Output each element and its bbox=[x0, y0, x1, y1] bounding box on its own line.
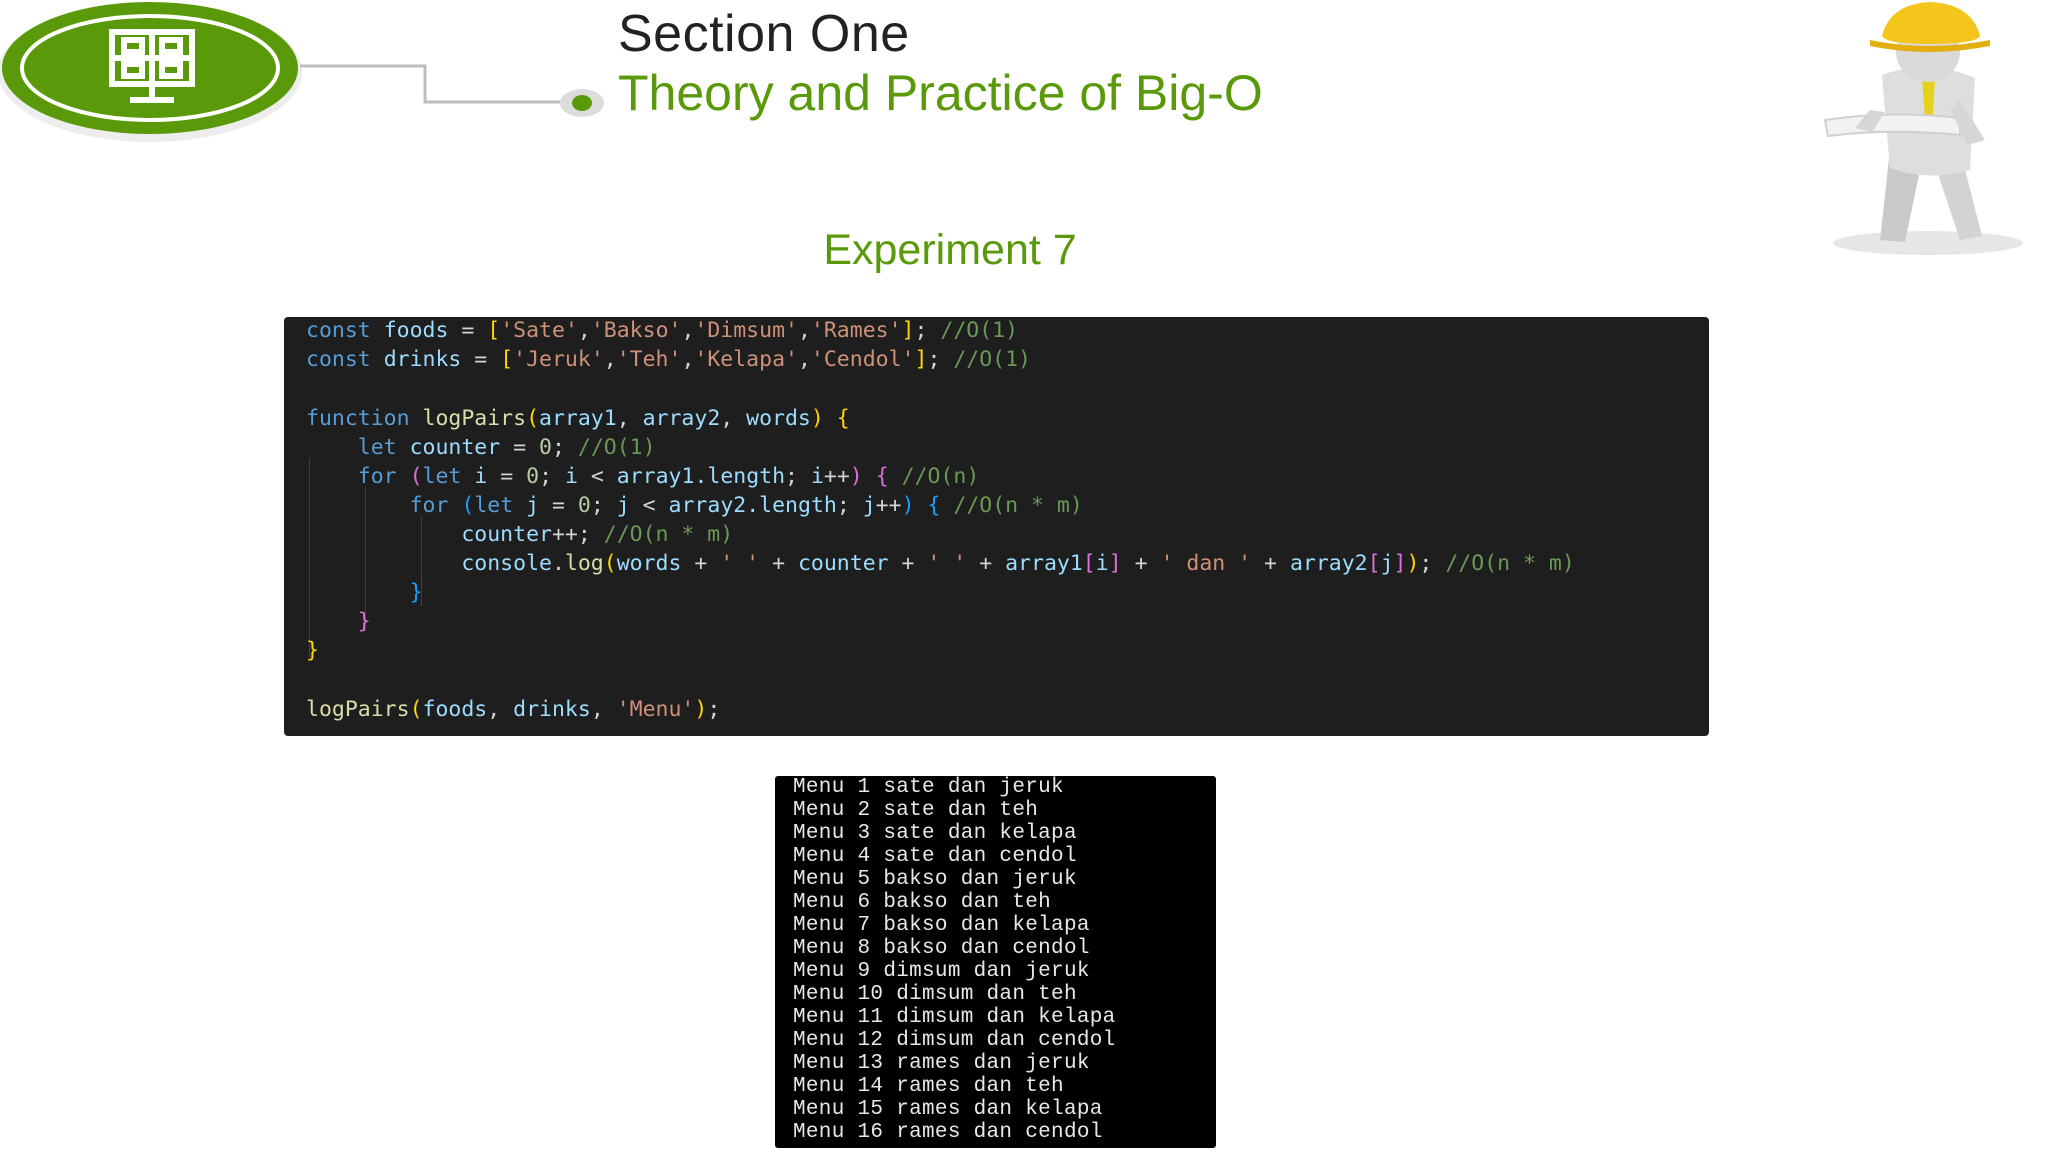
code-line-12: } bbox=[306, 638, 319, 663]
terminal-line: Menu 4 sate dan cendol bbox=[793, 845, 1077, 868]
code-line-1: const foods = ['Sate','Bakso','Dimsum','… bbox=[306, 318, 1019, 343]
code-line-5: let counter = 0; //O(1) bbox=[357, 435, 656, 460]
code-line-11: } bbox=[357, 609, 371, 634]
code-snippet-panel: const foods = ['Sate','Bakso','Dimsum','… bbox=[284, 317, 1709, 736]
code-line-8: counter++; //O(n * m) bbox=[461, 522, 734, 547]
code-line-2: const drinks = ['Jeruk','Teh','Kelapa','… bbox=[306, 347, 1031, 372]
terminal-line: Menu 8 bakso dan cendol bbox=[793, 937, 1090, 960]
terminal-line: Menu 13 rames dan jeruk bbox=[793, 1052, 1090, 1075]
terminal-line: Menu 5 bakso dan jeruk bbox=[793, 868, 1077, 891]
terminal-line: Menu 9 dimsum dan jeruk bbox=[793, 960, 1090, 983]
terminal-output-panel: Menu 1 sate dan jeruk Menu 2 sate dan te… bbox=[775, 776, 1216, 1148]
terminal-line: Menu 6 bakso dan teh bbox=[793, 891, 1052, 914]
code-line-4: function logPairs(array1, array2, words)… bbox=[306, 406, 850, 431]
terminal-line: Menu 2 sate dan teh bbox=[793, 799, 1039, 822]
terminal-line: Menu 1 sate dan jeruk bbox=[793, 776, 1064, 799]
code-line-9: console.log(words + ' ' + counter + ' ' … bbox=[461, 551, 1575, 576]
engineer-with-hardhat-icon bbox=[1823, 2, 2023, 255]
terminal-line: Menu 11 dimsum dan kelapa bbox=[793, 1006, 1116, 1029]
section-title: Section One bbox=[618, 5, 910, 63]
slide-heading: Experiment 7 bbox=[823, 226, 1077, 274]
terminal-line: Menu 16 rames dan cendol bbox=[793, 1121, 1103, 1144]
terminal-line: Menu 7 bakso dan kelapa bbox=[793, 914, 1090, 937]
code-line-7: for (let j = 0; j < array2.length; j++) … bbox=[409, 493, 1083, 518]
terminal-line: Menu 3 sate dan kelapa bbox=[793, 822, 1077, 845]
code-line-6: for (let i = 0; i < array1.length; i++) … bbox=[357, 464, 980, 489]
terminal-line: Menu 14 rames dan teh bbox=[793, 1075, 1064, 1098]
terminal-line: Menu 10 dimsum dan teh bbox=[793, 983, 1077, 1006]
code-line-14: logPairs(foods, drinks, 'Menu'); bbox=[306, 697, 721, 722]
terminal-line: Menu 15 rames dan kelapa bbox=[793, 1098, 1103, 1121]
section-subtitle: Theory and Practice of Big-O bbox=[618, 65, 1263, 121]
code-line-10: } bbox=[409, 580, 423, 605]
header-connector bbox=[300, 64, 604, 117]
terminal-line: Menu 12 dimsum dan cendol bbox=[793, 1029, 1116, 1052]
